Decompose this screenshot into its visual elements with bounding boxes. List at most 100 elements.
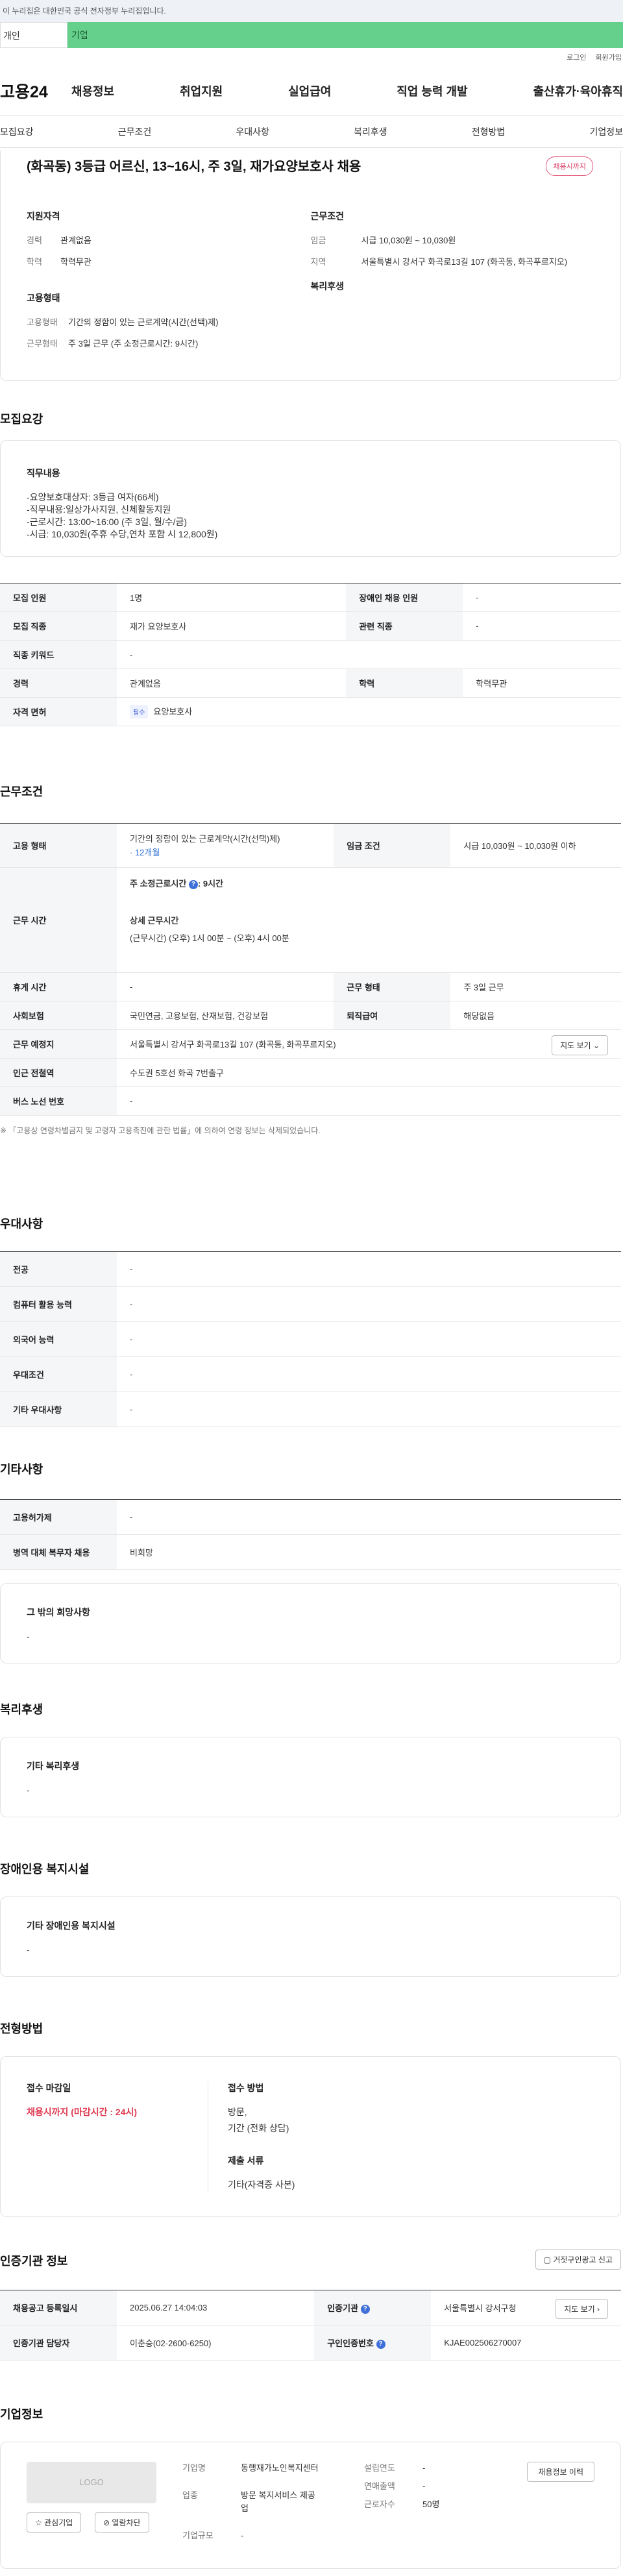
cell-value: 재가 요양보호사 — [117, 611, 347, 641]
etc-section: 기타사항 고용허가제 - 병역 대체 복무자 채용 비희망 그 밖의 희망사항 - — [0, 1460, 621, 1663]
table-row: 사회보험 국민연금, 고용보험, 산재보험, 건강보험 퇴직급여 해당없음 — [0, 1001, 621, 1030]
welfare-title: 복리후생 — [0, 1703, 43, 1716]
cell-value: 해당없음 — [450, 1001, 621, 1030]
cell-label: 채용공고 등록일시 — [0, 2290, 117, 2325]
duty-line: -근로시간: 13:00~16:00 (주 3일, 월/수/금) — [27, 517, 188, 527]
founded-value: - — [422, 2463, 426, 2473]
etc-box-value: - — [27, 1631, 30, 1641]
gnb-unemployment-benefit[interactable]: 실업급여 — [288, 82, 331, 99]
table-row: 모집 직종 재가 요양보호사 관련 직종 - — [0, 611, 621, 641]
scale-label: 기업규모 — [182, 2531, 214, 2540]
table-row: 기타 우대사항 - — [0, 1392, 621, 1427]
favorite-company-button[interactable]: ☆ 관심기업 — [27, 2512, 82, 2533]
map-button[interactable]: 지도 보기 ⌄ — [552, 1035, 608, 1055]
site-logo[interactable]: 고용24 — [0, 79, 48, 103]
tab-corporate[interactable]: 기업 — [67, 22, 623, 48]
table-row: 외국어 능력 - — [0, 1321, 621, 1357]
career-label: 경력 — [27, 236, 42, 245]
cell-label: 자격 면허 — [0, 697, 117, 726]
cell-label: 인증기관 — [327, 2303, 359, 2313]
cell-label: 고용허가제 — [0, 1499, 117, 1535]
section-anchor-nav: 모집요강 근무조건 우대사항 복리후생 전형방법 기업정보 — [0, 116, 623, 148]
license-cell: 필수 요양보호사 — [117, 697, 621, 726]
industry-value: 방문 복지서비스 제공업 — [241, 2490, 315, 2513]
gnb-parental-leave[interactable]: 출산휴가·육아휴직 — [533, 82, 623, 99]
edu-value: 학력무관 — [60, 257, 92, 267]
cell-value: - — [117, 1356, 621, 1392]
cell-value: - — [117, 1321, 621, 1357]
employees-value: 50명 — [422, 2499, 440, 2509]
table-row: 휴게 시간 - 근무 형태 주 3일 근무 — [0, 972, 621, 1001]
selection-title: 전형방법 — [0, 2022, 43, 2035]
anchor-recruit[interactable]: 모집요강 — [0, 125, 34, 138]
help-icon[interactable]: ? — [376, 2339, 385, 2349]
cell-label: 인근 전철역 — [0, 1058, 117, 1087]
cell-label: 모집 직종 — [0, 611, 117, 641]
table-row: 고용 형태 기간의 정함이 있는 근로계약(시간(선택)제) · 12개월 임금 … — [0, 823, 621, 868]
false-ad-report-button[interactable]: ▢ 거짓구인광고 신고 — [535, 2250, 621, 2270]
cell-value: 서울특별시 강서구 화곡로13길 107 (화곡동, 화곡푸르지오) — [130, 1040, 336, 1049]
cell-label: 고용 형태 — [0, 823, 117, 868]
etc-box-title: 그 밖의 희망사항 — [27, 1607, 90, 1617]
company-logo: LOGO — [27, 2462, 156, 2503]
cell-value: - — [117, 972, 334, 1001]
map-button-label: 지도 보기 — [564, 2305, 595, 2314]
pref-table: 전공 - 컴퓨터 활용 능력 - 외국어 능력 - 우대조건 - 기타 우대사항 - — [0, 1251, 621, 1427]
anchor-work[interactable]: 근무조건 — [118, 125, 152, 138]
disabled-box-value: - — [27, 1944, 30, 1955]
gnb-vocational-training[interactable]: 직업 능력 개발 — [397, 82, 467, 99]
login-link[interactable]: 로그인 — [567, 52, 586, 62]
anchor-preference[interactable]: 우대사항 — [236, 125, 269, 138]
cell-label: 구인인증번호 — [327, 2338, 374, 2348]
cell-label: 장애인 채용 인원 — [346, 583, 463, 612]
method-col: 접수 방법 방문, 기간 (전화 상담) 제출 서류 기타(자격증 사본) — [208, 2081, 295, 2192]
cell-value: - — [117, 1286, 621, 1322]
gnb-job-info[interactable]: 채용정보 — [71, 82, 114, 99]
tab-personal[interactable]: 개인 — [0, 22, 67, 48]
agency-title: 인증기관 정보 — [0, 2255, 68, 2268]
deadline-title: 접수 마감일 — [27, 2083, 71, 2093]
cell-value: 학력무관 — [463, 669, 621, 698]
cell-value: 관계없음 — [117, 669, 347, 698]
block-view-button[interactable]: ⊘ 열람차단 — [95, 2512, 149, 2533]
signup-link[interactable]: 회원가입 — [596, 52, 622, 62]
help-icon[interactable]: ? — [188, 879, 198, 889]
help-icon[interactable]: ? — [360, 2304, 370, 2314]
cell-value: 1명 — [117, 583, 347, 612]
table-row: 자격 면허 필수 요양보호사 — [0, 697, 621, 726]
cell-value: 비희망 — [117, 1534, 621, 1570]
anchor-company[interactable]: 기업정보 — [589, 125, 623, 138]
cell-value: 이춘승(02-2600-6250) — [117, 2325, 315, 2361]
region-value: 서울특별시 강서구 화곡로13길 107 (화곡동, 화곡푸르지오) — [361, 257, 568, 267]
recruit-history-button[interactable]: 채용정보 이력 — [527, 2462, 594, 2482]
block-icon: ⊘ — [103, 2518, 110, 2527]
welfare-section: 복리후생 기타 복리후생 - — [0, 1700, 621, 1817]
gnb-employment-support[interactable]: 취업지원 — [180, 82, 223, 99]
age-footnote: ※ 「고용상 연령차별금지 및 고령자 고용촉진에 관한 법률」에 의하여 연령… — [0, 1126, 321, 1135]
sales-value: - — [422, 2481, 426, 2491]
time-cell: 주 소정근로시간 ?: 9시간 상세 근무시간 (근무시간) (오후) 1시 0… — [117, 867, 621, 973]
summary-col-left: 지원자격 경력 관계없음 학력 학력무관 고용형태 고용형태 기간의 정함이 있는 근… — [27, 199, 311, 359]
work-table: 고용 형태 기간의 정함이 있는 근로계약(시간(선택)제) · 12개월 임금 … — [0, 823, 621, 1116]
cell-label: 컴퓨터 활용 능력 — [0, 1286, 117, 1322]
qual-heading: 지원자격 — [27, 211, 60, 221]
recruit-section: 모집요강 직무내용 -요양보호대상자: 3등급 여자(66세) -직무내용:일상… — [0, 410, 621, 726]
company-name-label: 기업명 — [182, 2463, 206, 2473]
cell-label: 관련 직종 — [346, 611, 463, 641]
wage-value: 시급 10,030원 ~ 10,030원 — [361, 236, 456, 245]
method-value-2: 기간 (전화 상담) — [228, 2123, 289, 2133]
table-row: 컴퓨터 활용 능력 - — [0, 1286, 621, 1322]
anchor-selection[interactable]: 전형방법 — [472, 125, 506, 138]
cell-value: - — [117, 1251, 621, 1287]
summary-col-right: 근무조건 임금 시급 10,030원 ~ 10,030원 지역 서울특별시 강서구 … — [311, 199, 595, 359]
anchor-welfare[interactable]: 복리후생 — [354, 125, 387, 138]
agency-map-button[interactable]: 지도 보기 › — [556, 2299, 608, 2319]
job-summary-card: (화곡동) 3등급 어르신, 13~16시, 주 3일, 재가요양보호사 채용 … — [0, 151, 621, 381]
recruit-title: 모집요강 — [0, 413, 43, 426]
emp-heading: 고용형태 — [27, 293, 60, 303]
global-tabs: 개인 기업 — [0, 22, 623, 48]
cell-label: 근무 형태 — [334, 972, 451, 1001]
disabled-box: 기타 장애인용 복지시설 - — [0, 1896, 621, 1977]
cell-label: 우대조건 — [0, 1356, 117, 1392]
worktype-label: 근무형태 — [27, 339, 58, 349]
